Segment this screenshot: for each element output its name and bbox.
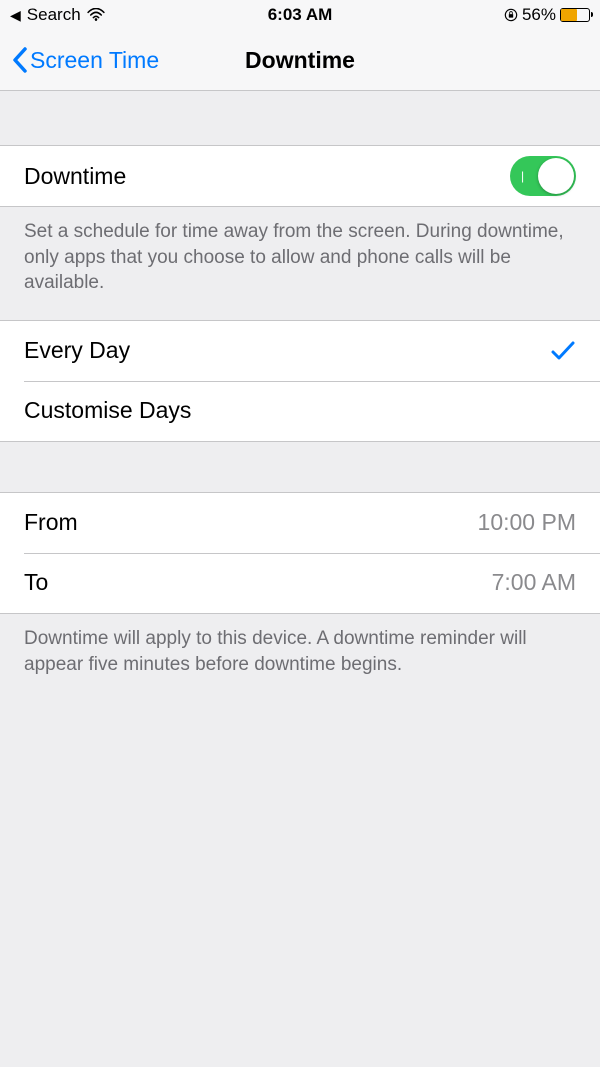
back-button[interactable]: Screen Time — [12, 47, 159, 74]
to-time-cell[interactable]: To 7:00 AM — [0, 553, 600, 613]
downtime-toggle-group: Downtime | — [0, 145, 600, 207]
customise-days-option[interactable]: Customise Days — [0, 381, 600, 441]
battery-percent: 56% — [522, 5, 556, 25]
time-range-group: From 10:00 PM To 7:00 AM — [0, 492, 600, 614]
back-to-app-caret-icon[interactable]: ◀ — [10, 7, 21, 24]
back-to-app-label[interactable]: Search — [27, 5, 81, 25]
checkmark-icon — [550, 338, 576, 364]
orientation-lock-icon — [504, 8, 518, 22]
downtime-toggle-label: Downtime — [24, 163, 126, 190]
downtime-toggle[interactable]: | — [510, 156, 576, 196]
time-range-description: Downtime will apply to this device. A do… — [0, 614, 600, 689]
from-label: From — [24, 509, 78, 536]
wifi-icon — [87, 8, 105, 22]
toggle-on-indicator-icon: | — [521, 169, 524, 183]
downtime-description: Set a schedule for time away from the sc… — [0, 207, 600, 308]
battery-icon — [560, 8, 590, 22]
status-bar: ◀ Search 6:03 AM 56% — [0, 0, 600, 30]
from-value: 10:00 PM — [478, 509, 576, 536]
customise-days-label: Customise Days — [24, 397, 191, 424]
back-button-label: Screen Time — [30, 47, 159, 74]
schedule-mode-group: Every Day Customise Days — [0, 320, 600, 442]
to-value: 7:00 AM — [492, 569, 576, 596]
page-title: Downtime — [245, 47, 355, 74]
chevron-left-icon — [12, 47, 28, 73]
downtime-toggle-cell: Downtime | — [0, 146, 600, 206]
status-bar-right: 56% — [504, 5, 590, 25]
to-label: To — [24, 569, 48, 596]
from-time-cell[interactable]: From 10:00 PM — [0, 493, 600, 553]
status-bar-left: ◀ Search — [10, 5, 105, 25]
every-day-label: Every Day — [24, 337, 130, 364]
nav-bar: Screen Time Downtime — [0, 30, 600, 91]
every-day-option[interactable]: Every Day — [0, 321, 600, 381]
status-bar-time: 6:03 AM — [268, 5, 333, 25]
